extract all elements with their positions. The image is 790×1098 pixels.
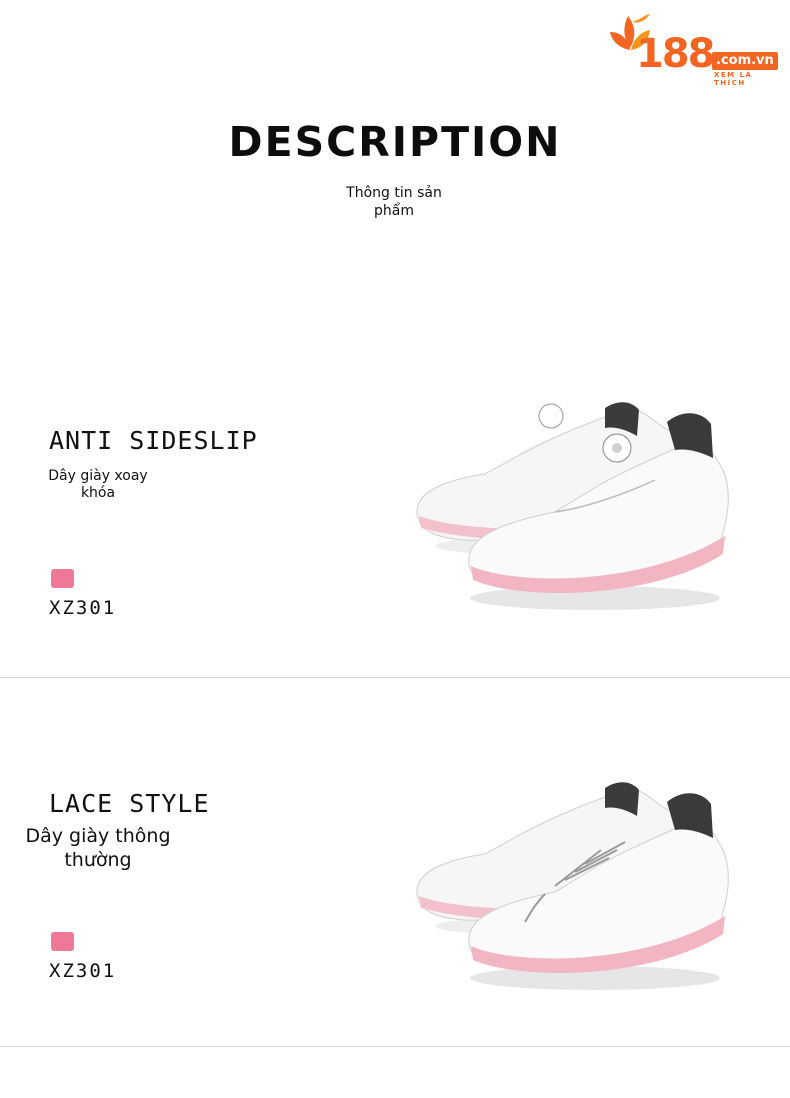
logo-number: 188: [636, 31, 715, 77]
page-subtitle: Thông tin sản phẩm: [346, 185, 442, 219]
page-title: DESCRIPTION: [228, 118, 562, 166]
feature-title: LACE STYLE: [49, 789, 210, 818]
laced-golf-shoes-image: [416, 782, 729, 990]
color-swatch[interactable]: [51, 932, 74, 951]
feature-description: Dây giày xoay khóa: [48, 468, 148, 501]
section-divider: [0, 1046, 790, 1047]
feature-title: ANTI SIDESLIP: [49, 426, 258, 455]
color-swatch[interactable]: [51, 569, 74, 588]
feature-description: Dây giày thông thường: [25, 825, 171, 871]
product-code: XZ301: [49, 597, 117, 619]
boa-golf-shoes-image: [416, 402, 729, 610]
site-logo[interactable]: 188 .com.vn XEM LÀ THÍCH: [606, 12, 786, 87]
logo-domain: .com.vn: [712, 52, 778, 70]
logo-tagline: XEM LÀ THÍCH: [714, 71, 753, 87]
product-code: XZ301: [49, 960, 117, 982]
section-divider: [0, 677, 790, 678]
